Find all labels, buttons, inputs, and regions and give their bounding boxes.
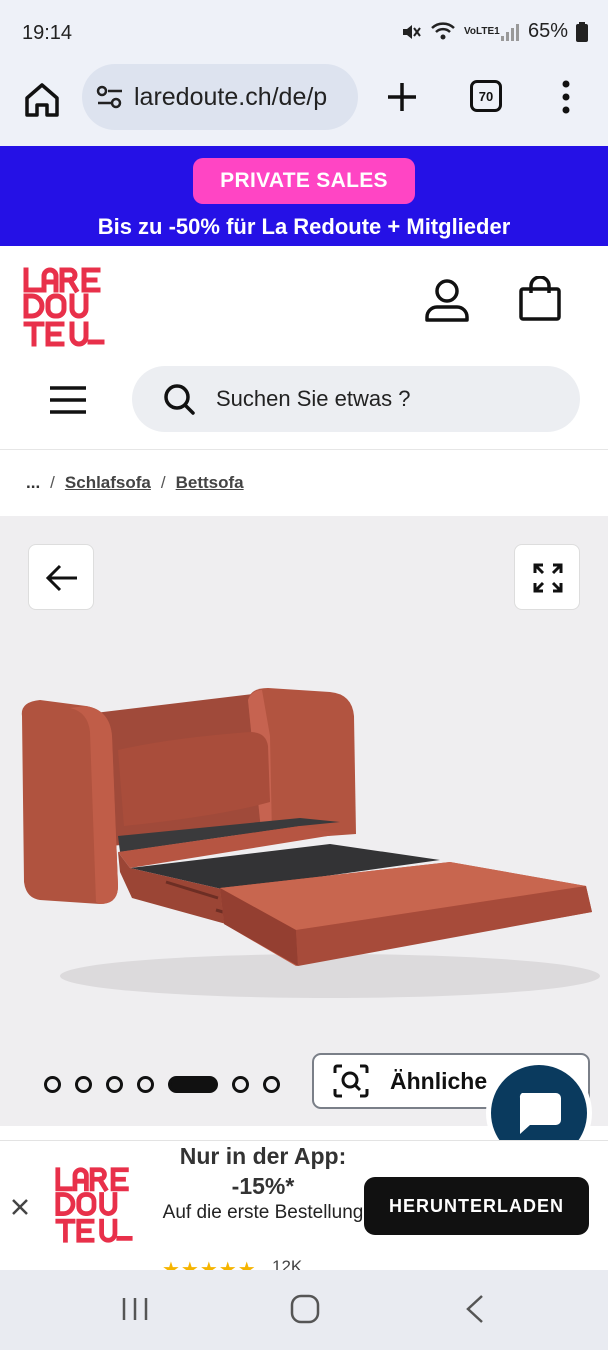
- search-icon: [164, 384, 195, 415]
- tab-switcher-button[interactable]: 70: [470, 80, 502, 112]
- breadcrumb-separator: /: [160, 473, 166, 492]
- breadcrumb-ellipsis[interactable]: ...: [26, 473, 40, 493]
- arrow-left-icon: [45, 564, 77, 592]
- breadcrumb-link-bettsofa[interactable]: Bettsofa: [176, 473, 244, 493]
- banner-title: Nur in der App: -15%*: [179, 1143, 347, 1199]
- app-logo: [55, 1167, 133, 1243]
- chat-icon: [519, 1093, 561, 1134]
- product-image-gallery[interactable]: Ähnliche: [0, 516, 608, 1126]
- breadcrumb-separator: /: [50, 473, 55, 492]
- url-text: laredoute.ch/de/p: [134, 82, 328, 111]
- promo-text: Bis zu -50% für La Redoute + Mitglieder: [97, 214, 511, 239]
- close-icon[interactable]: [10, 1197, 30, 1217]
- gallery-dot[interactable]: [44, 1076, 61, 1093]
- rating-stars: ★★★★★: [162, 1259, 257, 1270]
- recent-apps-icon[interactable]: [120, 1296, 150, 1322]
- visual-search-icon: [333, 1064, 369, 1098]
- banner-subtitle: Auf die erste Bestellung: [162, 1202, 364, 1223]
- promo-banner[interactable]: PRIVATE SALES Bis zu -50% für La Redoute…: [0, 146, 608, 246]
- signal-icon: [500, 23, 519, 41]
- search-input[interactable]: Suchen Sie etwas ?: [132, 366, 580, 432]
- address-bar[interactable]: laredoute.ch/de/p: [82, 64, 358, 130]
- home-icon[interactable]: [22, 80, 62, 120]
- status-bar: 19:14 VoLTE1 65%: [0, 0, 608, 64]
- battery-percent: 65%: [527, 20, 568, 42]
- gallery-dot[interactable]: [106, 1076, 123, 1093]
- gallery-dot[interactable]: [137, 1076, 154, 1093]
- mute-icon: [402, 24, 421, 39]
- wifi-icon: [431, 21, 455, 39]
- account-icon[interactable]: [424, 278, 470, 322]
- fullscreen-button[interactable]: [514, 544, 580, 610]
- site-header: Suchen Sie etwas ?: [0, 246, 608, 450]
- private-sales-badge[interactable]: PRIVATE SALES: [193, 158, 415, 204]
- back-nav-icon[interactable]: [464, 1294, 486, 1324]
- search-placeholder: Suchen Sie etwas ?: [216, 386, 411, 411]
- more-options-icon[interactable]: [556, 78, 576, 116]
- gallery-dot-active[interactable]: [168, 1076, 218, 1093]
- download-button[interactable]: HERUNTERLADEN: [364, 1177, 589, 1235]
- status-time: 19:14: [22, 22, 73, 44]
- gallery-dot[interactable]: [263, 1076, 280, 1093]
- status-icons: VoLTE1 65%: [400, 20, 588, 43]
- breadcrumb: ... / Schlafsofa / Bettsofa: [0, 450, 608, 516]
- back-button[interactable]: [28, 544, 94, 610]
- gallery-dot[interactable]: [75, 1076, 92, 1093]
- similar-products-label: Ähnliche: [390, 1067, 488, 1094]
- home-nav-icon[interactable]: [290, 1294, 320, 1324]
- browser-toolbar: laredoute.ch/de/p 70: [0, 64, 608, 146]
- network-label: VoLTE1: [463, 25, 500, 37]
- rating-count: 12K: [272, 1257, 303, 1270]
- gallery-pagination: [44, 1076, 280, 1093]
- la-redoute-logo[interactable]: [22, 266, 106, 348]
- menu-icon[interactable]: [48, 384, 88, 416]
- app-download-banner: Nur in der App: -15%* Auf die erste Best…: [0, 1140, 608, 1270]
- battery-icon: [576, 21, 588, 42]
- shopping-bag-icon[interactable]: [518, 276, 562, 322]
- sofa-bed-image: [21, 688, 600, 998]
- system-navigation-bar: [0, 1270, 608, 1350]
- expand-icon: [533, 563, 563, 593]
- new-tab-icon[interactable]: [383, 78, 421, 116]
- breadcrumb-link-schlafsofa[interactable]: Schlafsofa: [65, 473, 151, 493]
- site-settings-icon[interactable]: [94, 83, 126, 111]
- gallery-dot[interactable]: [232, 1076, 249, 1093]
